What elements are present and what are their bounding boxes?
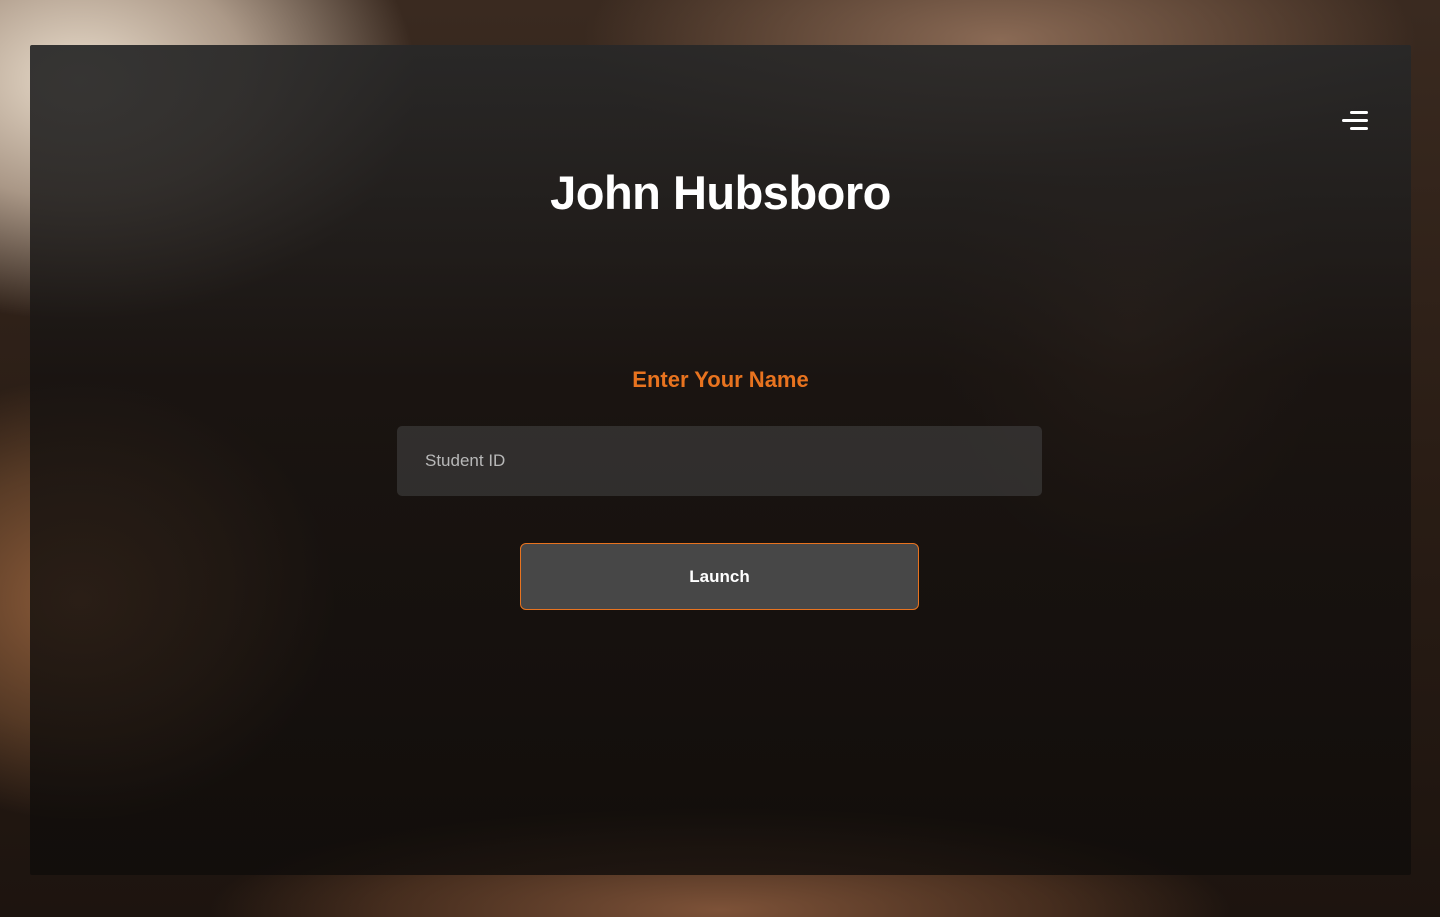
name-prompt-label: Enter Your Name [632, 367, 809, 392]
menu-line-bottom [1350, 127, 1368, 130]
page-title: John Hubsboro [550, 166, 891, 219]
hamburger-menu-icon[interactable] [1340, 109, 1370, 133]
student-id-input[interactable] [397, 426, 1042, 496]
menu-line-middle [1342, 119, 1368, 122]
login-panel: John Hubsboro Enter Your Name Launch [30, 45, 1411, 875]
launch-button[interactable]: Launch [520, 543, 919, 610]
menu-line-top [1350, 111, 1368, 114]
